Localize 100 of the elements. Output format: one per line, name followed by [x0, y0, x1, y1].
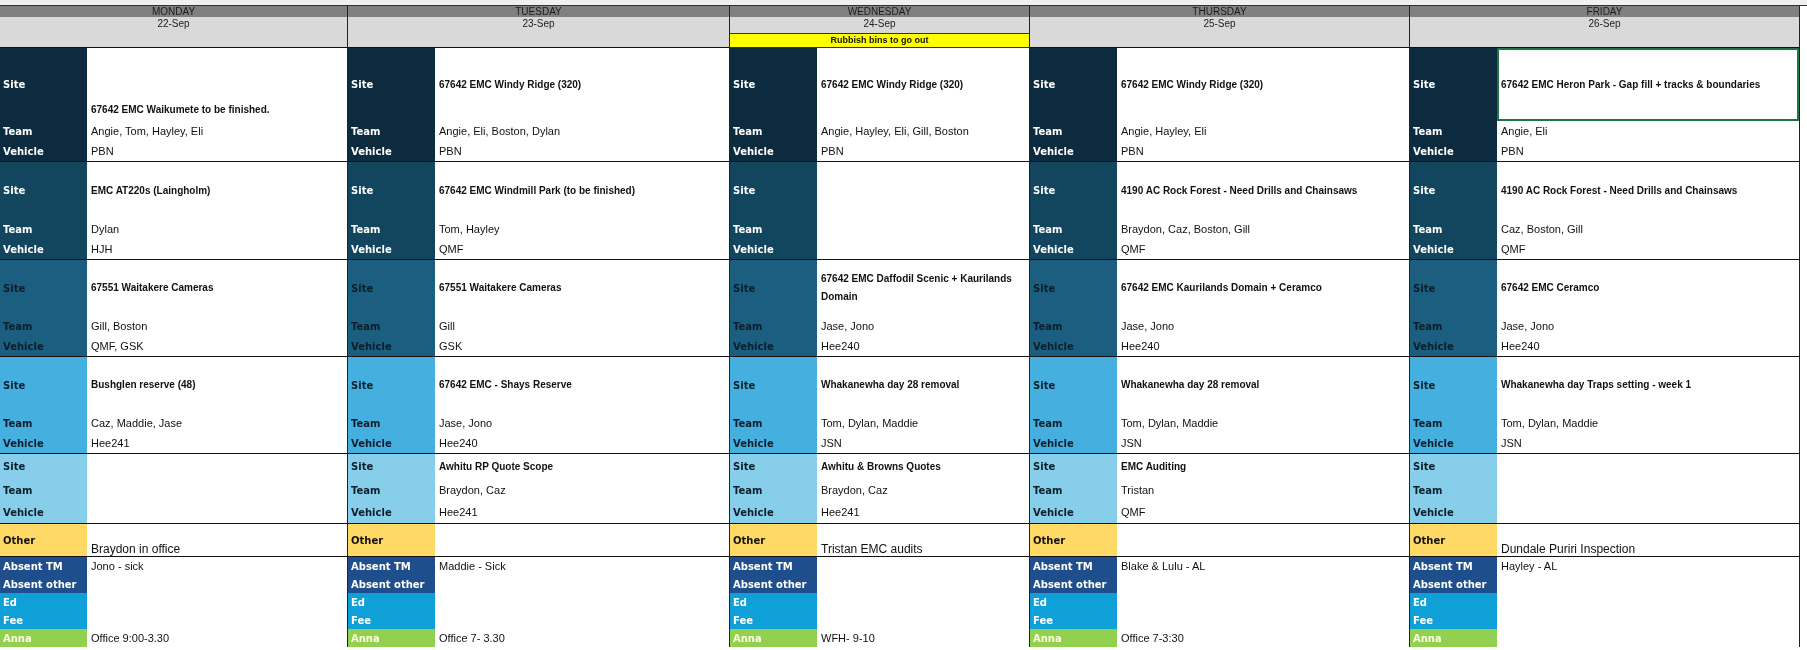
row-label: Anna	[730, 629, 817, 647]
row-label: Vehicle	[0, 433, 87, 453]
site-cell[interactable]: 67642 EMC Daffodil Scenic + Kaurilands Domain	[817, 260, 1029, 316]
absence-note: Maddie - Sick	[438, 559, 507, 574]
site-cell[interactable]: 67551 Waitakere Cameras	[435, 260, 729, 316]
row-label: Site	[1410, 357, 1497, 413]
row-label: Absent other	[1030, 575, 1117, 593]
row-label: Vehicle	[348, 239, 435, 259]
row-label: Absent TM	[348, 557, 435, 575]
site-cell[interactable]: 67642 EMC Windy Ridge (320)	[1117, 48, 1409, 121]
row-label: Vehicle	[1410, 336, 1497, 356]
vehicle-code: QMF	[1500, 242, 1527, 257]
row-label: Vehicle	[0, 141, 87, 161]
row-label: Team	[730, 316, 817, 336]
absence-note: Office 7-3:30	[1120, 631, 1185, 646]
row-label: Site	[348, 48, 435, 121]
team-members: Dylan	[90, 222, 121, 237]
row-label: Site	[0, 162, 87, 219]
row-label: Team	[1410, 219, 1497, 239]
day-name: THURSDAY	[1030, 6, 1409, 17]
row-label: Team	[348, 316, 435, 336]
row-label: Vehicle	[348, 433, 435, 453]
row-label: Team	[1410, 479, 1497, 501]
row-label: Site	[1030, 48, 1117, 121]
site-cell[interactable]: 67642 EMC Kaurilands Domain + Ceramco	[1117, 260, 1409, 316]
row-label: Site	[348, 357, 435, 413]
site-cell[interactable]: Bushglen reserve (48)	[87, 357, 347, 413]
row-label: Other	[1410, 524, 1497, 556]
row-label: Team	[0, 121, 87, 141]
row-label: Team	[1030, 413, 1117, 433]
vehicle-code: QMF, GSK	[90, 339, 145, 354]
row-label: Site	[1410, 162, 1497, 219]
row-label: Team	[730, 219, 817, 239]
absence-note: Blake & Lulu - AL	[1120, 559, 1207, 574]
team-members: Braydon, Caz, Boston, Gill	[1120, 222, 1251, 237]
absence-note: WFH- 9-10	[820, 631, 876, 646]
site-cell[interactable]: Whakanewha day 28 removal	[1117, 357, 1409, 413]
row-label: Vehicle	[1030, 141, 1117, 161]
row-label: Vehicle	[1030, 336, 1117, 356]
row-label: Ed	[1410, 593, 1497, 611]
team-members: Angie, Hayley, Eli	[1120, 124, 1208, 139]
site-cell[interactable]: 67642 EMC Heron Park - Gap fill + tracks & boundaries	[1497, 48, 1799, 121]
team-members: Jase, Jono	[438, 416, 494, 431]
date-label: 24-Sep	[862, 17, 897, 31]
row-label: Vehicle	[0, 336, 87, 356]
vehicle-code: Hee240	[438, 436, 479, 451]
team-members: Tom, Dylan, Maddie	[820, 416, 920, 431]
site-cell[interactable]: 67642 EMC Ceramco	[1497, 260, 1799, 316]
row-label: Fee	[1410, 611, 1497, 629]
row-label: Anna	[1410, 629, 1497, 647]
site-cell[interactable]: Awhitu & Browns Quotes	[817, 454, 1029, 479]
site-cell[interactable]: EMC Auditing	[1117, 454, 1409, 479]
row-label: Vehicle	[730, 501, 817, 523]
day-name: MONDAY	[0, 6, 347, 17]
row-label: Team	[1410, 316, 1497, 336]
row-label: Team	[348, 121, 435, 141]
row-label: Team	[0, 316, 87, 336]
row-label: Vehicle	[1410, 501, 1497, 523]
team-members: Jase, Jono	[1120, 319, 1176, 334]
date-label: 25-Sep	[1202, 17, 1237, 31]
row-label: Vehicle	[730, 336, 817, 356]
row-label: Vehicle	[1030, 239, 1117, 259]
site-cell[interactable]: 67642 EMC Windy Ridge (320)	[817, 48, 1029, 121]
site-cell[interactable]: Whakanewha day 28 removal	[817, 357, 1029, 413]
other-note: Tristan EMC audits	[820, 541, 924, 556]
site-cell[interactable]: 4190 AC Rock Forest - Need Drills and Chainsaws	[1117, 162, 1409, 219]
row-label: Site	[0, 48, 87, 121]
row-label: Anna	[0, 629, 87, 647]
absence-note: Hayley - AL	[1500, 559, 1559, 574]
row-label: Site	[0, 260, 87, 316]
site-cell[interactable]: Whakanewha day Traps setting - week 1	[1497, 357, 1799, 413]
site-cell[interactable]: EMC AT220s (Laingholm)	[87, 162, 347, 219]
row-label: Ed	[348, 593, 435, 611]
row-label: Vehicle	[730, 433, 817, 453]
row-label: Site	[0, 454, 87, 479]
other-note: Dundale Puriri Inspection	[1500, 541, 1637, 556]
site-cell[interactable]: 67642 EMC Waikumete to be finished.	[87, 48, 347, 121]
vehicle-code: PBN	[438, 144, 463, 159]
vehicle-code: Hee240	[1120, 339, 1161, 354]
date-label: 22-Sep	[156, 17, 191, 31]
row-label: Absent TM	[1030, 557, 1117, 575]
row-label: Site	[730, 357, 817, 413]
site-cell[interactable]: 67642 EMC Windmill Park (to be finished)	[435, 162, 729, 219]
site-cell[interactable]: 67642 EMC Windy Ridge (320)	[435, 48, 729, 121]
team-members: Tristan	[1120, 483, 1156, 498]
site-cell[interactable]: 4190 AC Rock Forest - Need Drills and Chainsaws	[1497, 162, 1799, 219]
row-label: Absent TM	[730, 557, 817, 575]
vehicle-code: Hee240	[1500, 339, 1541, 354]
day-name: TUESDAY	[348, 6, 729, 17]
row-label: Fee	[348, 611, 435, 629]
row-label: Team	[348, 219, 435, 239]
row-label: Vehicle	[0, 501, 87, 523]
site-cell[interactable]: 67551 Waitakere Cameras	[87, 260, 347, 316]
team-members: Gill, Boston	[90, 319, 149, 334]
row-label: Team	[1030, 316, 1117, 336]
site-cell[interactable]: Awhitu RP Quote Scope	[435, 454, 729, 479]
row-label: Team	[0, 479, 87, 501]
team-members: Braydon, Caz	[820, 483, 889, 498]
row-label: Other	[1030, 524, 1117, 556]
site-cell[interactable]: 67642 EMC - Shays Reserve	[435, 357, 729, 413]
